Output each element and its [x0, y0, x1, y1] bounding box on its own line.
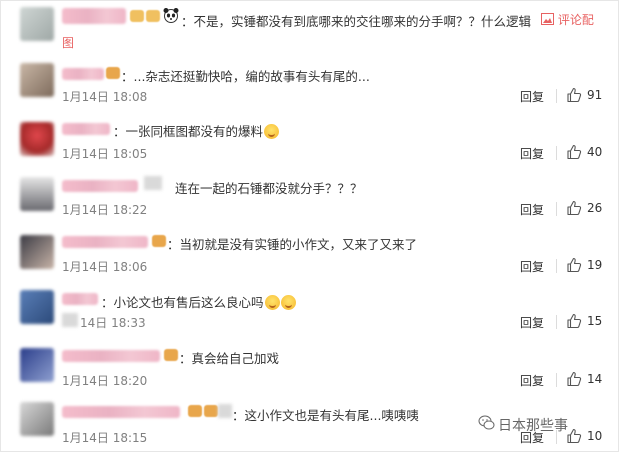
comment-with-image-label-cont[interactable]: 图 — [62, 34, 74, 51]
avatar[interactable] — [20, 7, 54, 41]
badge — [204, 405, 218, 417]
divider — [556, 146, 557, 160]
avatar[interactable] — [20, 402, 54, 436]
thumb-up-icon[interactable] — [566, 144, 582, 160]
thumb-up-icon[interactable] — [566, 257, 582, 273]
like-count: 15 — [587, 314, 603, 328]
comment-text: ：...杂志还挺勤快哈，编的故事有头有尾的... — [121, 69, 370, 84]
divider — [556, 89, 557, 103]
avatar[interactable] — [20, 290, 54, 324]
badge — [152, 235, 166, 247]
avatar[interactable] — [20, 122, 54, 156]
date-prefix-blurred — [62, 313, 78, 327]
comment-date: 1月14日 18:08 — [62, 90, 148, 104]
like-count: 26 — [587, 201, 603, 215]
comment-date: 1月14日 18:15 — [62, 431, 148, 445]
reply-button[interactable]: 回复 — [520, 145, 544, 162]
like-count: 14 — [587, 372, 603, 386]
thumb-up-icon[interactable] — [566, 87, 582, 103]
wechat-logo-icon — [478, 415, 495, 430]
comment-text: ：一张同框图都没有的爆料 — [113, 121, 280, 140]
thumb-up-icon[interactable] — [566, 371, 582, 387]
comment-date: 14日 18:33 — [80, 316, 146, 330]
comment-text-body: ：一张同框图都没有的爆料 — [113, 124, 264, 139]
user-name-blurred[interactable] — [62, 8, 126, 24]
thumb-up-icon[interactable] — [566, 313, 582, 329]
comment-date: 1月14日 18:22 — [62, 203, 148, 217]
smile-emoji-icon — [264, 124, 280, 139]
like-count: 19 — [587, 258, 603, 272]
avatar[interactable] — [20, 348, 54, 382]
user-name-blurred[interactable] — [62, 236, 148, 248]
user-name-blurred[interactable] — [62, 293, 98, 305]
smile-emoji-icon — [280, 295, 296, 310]
image-icon — [541, 13, 554, 25]
user-name-blurred[interactable] — [62, 180, 138, 192]
comment-text: ：当初就是没有实锤的小作文，又来了又来了 — [167, 237, 418, 252]
divider — [556, 202, 557, 216]
divider — [556, 315, 557, 329]
thumb-up-icon[interactable] — [566, 428, 582, 444]
comment-date: 1月14日 18:06 — [62, 260, 148, 274]
user-name-blurred[interactable] — [62, 350, 160, 362]
comment-text: ：真会给自己加戏 — [179, 351, 280, 366]
comment-date: 1月14日 18:20 — [62, 374, 148, 388]
divider — [556, 259, 557, 273]
comment-text: 连在一起的石锤都没就分手？？？ — [175, 181, 363, 196]
comment-text: ：不是，实锤都没有到底哪来的交往哪来的分手啊？？什么逻辑 — [181, 14, 532, 29]
like-count: 10 — [587, 429, 603, 443]
reply-button[interactable]: 回复 — [520, 201, 544, 218]
like-count: 91 — [587, 88, 603, 102]
user-name-blurred[interactable] — [62, 123, 110, 135]
thumb-up-icon[interactable] — [566, 200, 582, 216]
comment-with-image-link[interactable]: 评论配 — [541, 11, 594, 28]
reply-button[interactable]: 回复 — [520, 258, 544, 275]
badge — [218, 404, 232, 418]
watermark: 日本那些事 — [498, 418, 568, 434]
comment-with-image-label: 评论配 — [557, 13, 594, 27]
like-count: 40 — [587, 145, 603, 159]
comment-date: 1月14日 18:05 — [62, 147, 148, 161]
badge — [130, 10, 144, 22]
panda-emoji-icon — [163, 8, 179, 23]
user-name-blurred[interactable] — [62, 406, 180, 418]
avatar[interactable] — [20, 63, 54, 97]
reply-button[interactable]: 回复 — [520, 372, 544, 389]
smile-emoji-icon — [264, 295, 280, 310]
reply-button[interactable]: 回复 — [520, 314, 544, 331]
badge — [144, 176, 162, 190]
reply-button[interactable]: 回复 — [520, 88, 544, 105]
badge — [164, 349, 178, 361]
divider — [556, 373, 557, 387]
avatar[interactable] — [20, 177, 54, 211]
comment-text: ：小论文也有售后这么良心吗 — [101, 292, 296, 311]
badge — [146, 10, 160, 22]
user-name-blurred[interactable] — [62, 68, 104, 80]
badge — [106, 67, 120, 79]
comment-text: ：这小作文也是有头有尾...咦咦咦 — [232, 408, 419, 423]
avatar[interactable] — [20, 235, 54, 269]
comment-text-body: ：小论文也有售后这么良心吗 — [101, 295, 264, 310]
badge — [188, 405, 202, 417]
